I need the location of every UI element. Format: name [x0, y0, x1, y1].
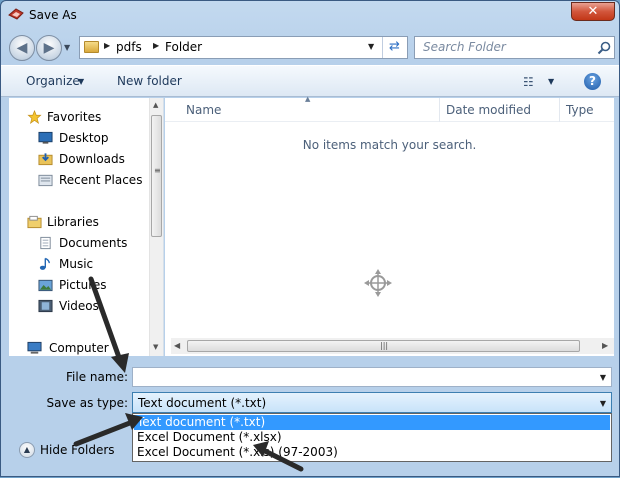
forward-button[interactable]: ▶ — [36, 35, 62, 61]
recent-places-icon — [38, 174, 53, 187]
sidebar-item-documents[interactable]: Documents — [9, 233, 149, 253]
navigation-pane: Favorites Desktop Downloads Recent Place… — [9, 98, 164, 356]
refresh-button[interactable]: ⇄ — [382, 37, 406, 58]
breadcrumb-separator-icon: ▶ — [104, 41, 111, 50]
sidebar-item-music[interactable]: Music — [9, 254, 149, 274]
desktop-icon — [38, 131, 53, 144]
chevron-down-icon[interactable]: ▼ — [548, 77, 554, 86]
file-list-hscrollbar[interactable]: ◀ ||| ▶ — [171, 338, 614, 354]
sidebar-item-favorites[interactable]: Favorites — [9, 107, 149, 127]
chevron-down-icon[interactable]: ▼ — [600, 373, 606, 382]
sidebar-item-label: Favorites — [47, 110, 102, 124]
grip-icon: ||| — [380, 341, 389, 350]
sidebar-item-label: Music — [59, 257, 94, 271]
sidebar-item-videos[interactable]: Videos — [9, 296, 149, 316]
new-folder-button[interactable]: New folder — [117, 74, 182, 88]
sidebar-item-label: Recent Places — [59, 173, 143, 187]
views-icon[interactable]: ☷ — [523, 75, 534, 89]
address-bar[interactable]: ▶ pdfs ▶ Folder ▼ — [79, 36, 408, 59]
column-header-type[interactable]: Type — [566, 103, 594, 117]
save-as-dialog: Save As ✕ ◀ ▶ ▼ ▶ pdfs ▶ Folder ▼ ⇄ Sear… — [0, 0, 620, 477]
column-header-name[interactable]: Name — [186, 103, 221, 117]
sidebar-item-label: Pictures — [59, 278, 107, 292]
sidebar-item-desktop[interactable]: Desktop — [9, 128, 149, 148]
window-title: Save As — [29, 8, 77, 22]
empty-message: No items match your search. — [302, 138, 477, 152]
sidebar-item-label: Downloads — [59, 152, 125, 166]
navigation-pane-scrollbar[interactable]: ▲ ≡ ▼ — [149, 98, 163, 356]
pictures-icon — [38, 279, 53, 292]
organize-button[interactable]: Organize — [26, 74, 80, 88]
column-divider[interactable] — [559, 98, 560, 122]
scrollbar-thumb[interactable]: ≡ — [151, 115, 162, 237]
sidebar-item-recent-places[interactable]: Recent Places — [9, 170, 149, 190]
sidebar-item-label: Videos — [59, 299, 99, 313]
save-as-type-label: Save as type: — [46, 396, 128, 410]
file-name-field[interactable]: ▼ — [132, 367, 612, 387]
column-header-date-modified[interactable]: Date modified — [446, 103, 531, 117]
app-icon — [8, 8, 24, 20]
option-txt[interactable]: Text document (*.txt) — [134, 415, 610, 430]
breadcrumb-pdfs[interactable]: pdfs — [116, 40, 142, 54]
help-icon[interactable]: ? — [584, 73, 601, 90]
sidebar-item-downloads[interactable]: Downloads — [9, 149, 149, 169]
libraries-icon — [27, 215, 42, 229]
chevron-down-icon[interactable]: ▼ — [600, 399, 606, 408]
column-header-row: ▲ Name Date modified Type — [165, 95, 614, 122]
sort-indicator-icon: ▲ — [305, 95, 311, 103]
command-bar: Organize ▼ New folder ☷ ▼ ? — [1, 65, 619, 97]
sidebar-item-label: Libraries — [47, 215, 99, 229]
scrollbar-thumb[interactable]: ||| — [187, 340, 580, 352]
address-dropdown-icon[interactable]: ▼ — [368, 42, 374, 51]
sidebar-item-computer[interactable]: Computer — [9, 338, 149, 356]
close-button[interactable]: ✕ — [571, 2, 615, 21]
chevron-down-icon[interactable]: ▼ — [78, 77, 84, 86]
search-box[interactable]: Search Folder — [414, 36, 615, 59]
forward-arrow-icon: ▶ — [43, 40, 55, 56]
star-icon — [27, 110, 42, 124]
search-input[interactable]: Search Folder — [423, 40, 506, 54]
grip-icon: ≡ — [154, 166, 161, 175]
option-xls[interactable]: Excel Document (*.xls) (97-2003) — [134, 445, 610, 460]
scroll-down-icon[interactable]: ▼ — [153, 343, 158, 351]
back-button[interactable]: ◀ — [9, 35, 35, 61]
sidebar-item-label: Computer — [49, 341, 109, 355]
sidebar-item-pictures[interactable]: Pictures — [9, 275, 149, 295]
folder-icon — [84, 41, 99, 53]
search-icon[interactable] — [596, 40, 612, 56]
file-list[interactable]: ▲ Name Date modified Type No items match… — [165, 95, 614, 356]
sidebar-item-libraries[interactable]: Libraries — [9, 212, 149, 232]
videos-icon — [38, 299, 53, 313]
documents-icon — [40, 236, 51, 250]
downloads-icon — [38, 153, 53, 166]
scroll-up-icon[interactable]: ▲ — [153, 101, 158, 109]
hide-folders-label: Hide Folders — [40, 443, 115, 457]
scroll-right-icon[interactable]: ▶ — [602, 341, 608, 350]
save-as-type-options: Text document (*.txt) Excel Document (*.… — [132, 413, 612, 462]
music-icon — [39, 257, 50, 270]
back-arrow-icon: ◀ — [16, 40, 28, 56]
column-divider[interactable] — [439, 98, 440, 122]
recent-pages-dropdown[interactable]: ▼ — [64, 43, 70, 52]
file-name-label: File name: — [66, 370, 128, 384]
scroll-left-icon[interactable]: ◀ — [174, 341, 180, 350]
save-as-type-select[interactable]: Text document (*.txt) ▼ — [132, 392, 612, 413]
title-bar[interactable]: Save As ✕ — [1, 1, 619, 29]
sidebar-item-label: Documents — [59, 236, 128, 250]
breadcrumb-folder[interactable]: Folder — [165, 40, 202, 54]
sidebar-item-label: Desktop — [59, 131, 109, 145]
computer-icon — [27, 341, 42, 354]
save-as-type-value: Text document (*.txt) — [138, 396, 267, 410]
breadcrumb-separator-icon: ▶ — [153, 41, 160, 50]
collapse-icon: ▲ — [19, 442, 35, 458]
move-cursor-icon — [364, 269, 392, 297]
option-xlsx[interactable]: Excel Document (*.xlsx) — [134, 430, 610, 445]
